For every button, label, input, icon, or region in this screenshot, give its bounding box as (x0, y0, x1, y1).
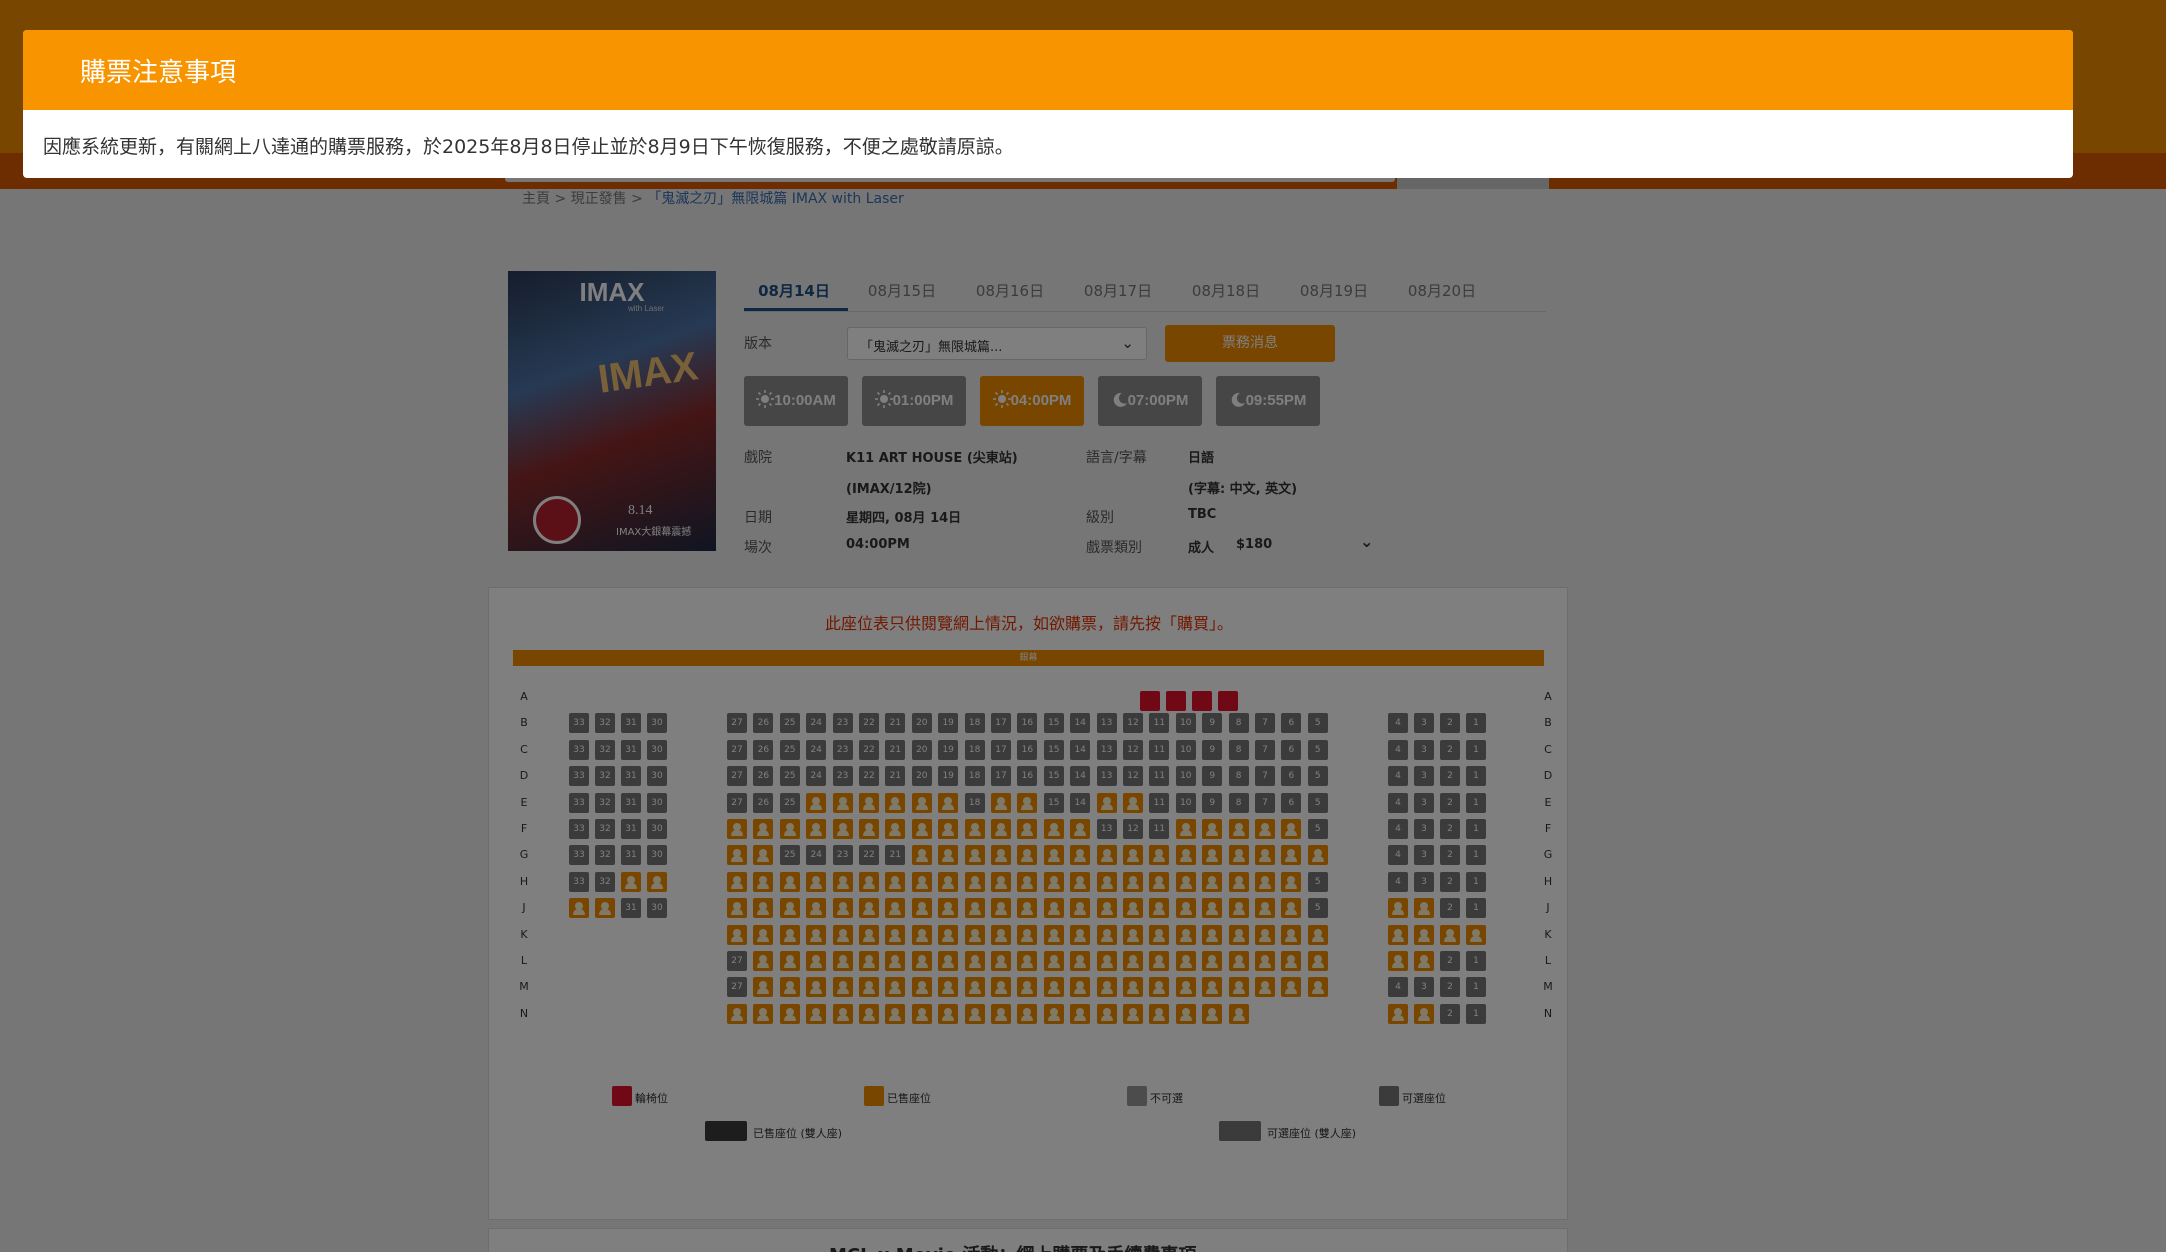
modal-message: 因應系統更新，有關網上八達通的購票服務，於2025年8月8日停止並於8月9日下午… (43, 136, 1014, 158)
modal-title: 購票注意事項 (80, 58, 237, 88)
notice-modal: 購票注意事項 因應系統更新，有關網上八達通的購票服務，於2025年8月8日停止並… (23, 30, 2073, 178)
modal-header (23, 30, 2073, 110)
modal-backdrop[interactable] (0, 0, 2166, 1252)
